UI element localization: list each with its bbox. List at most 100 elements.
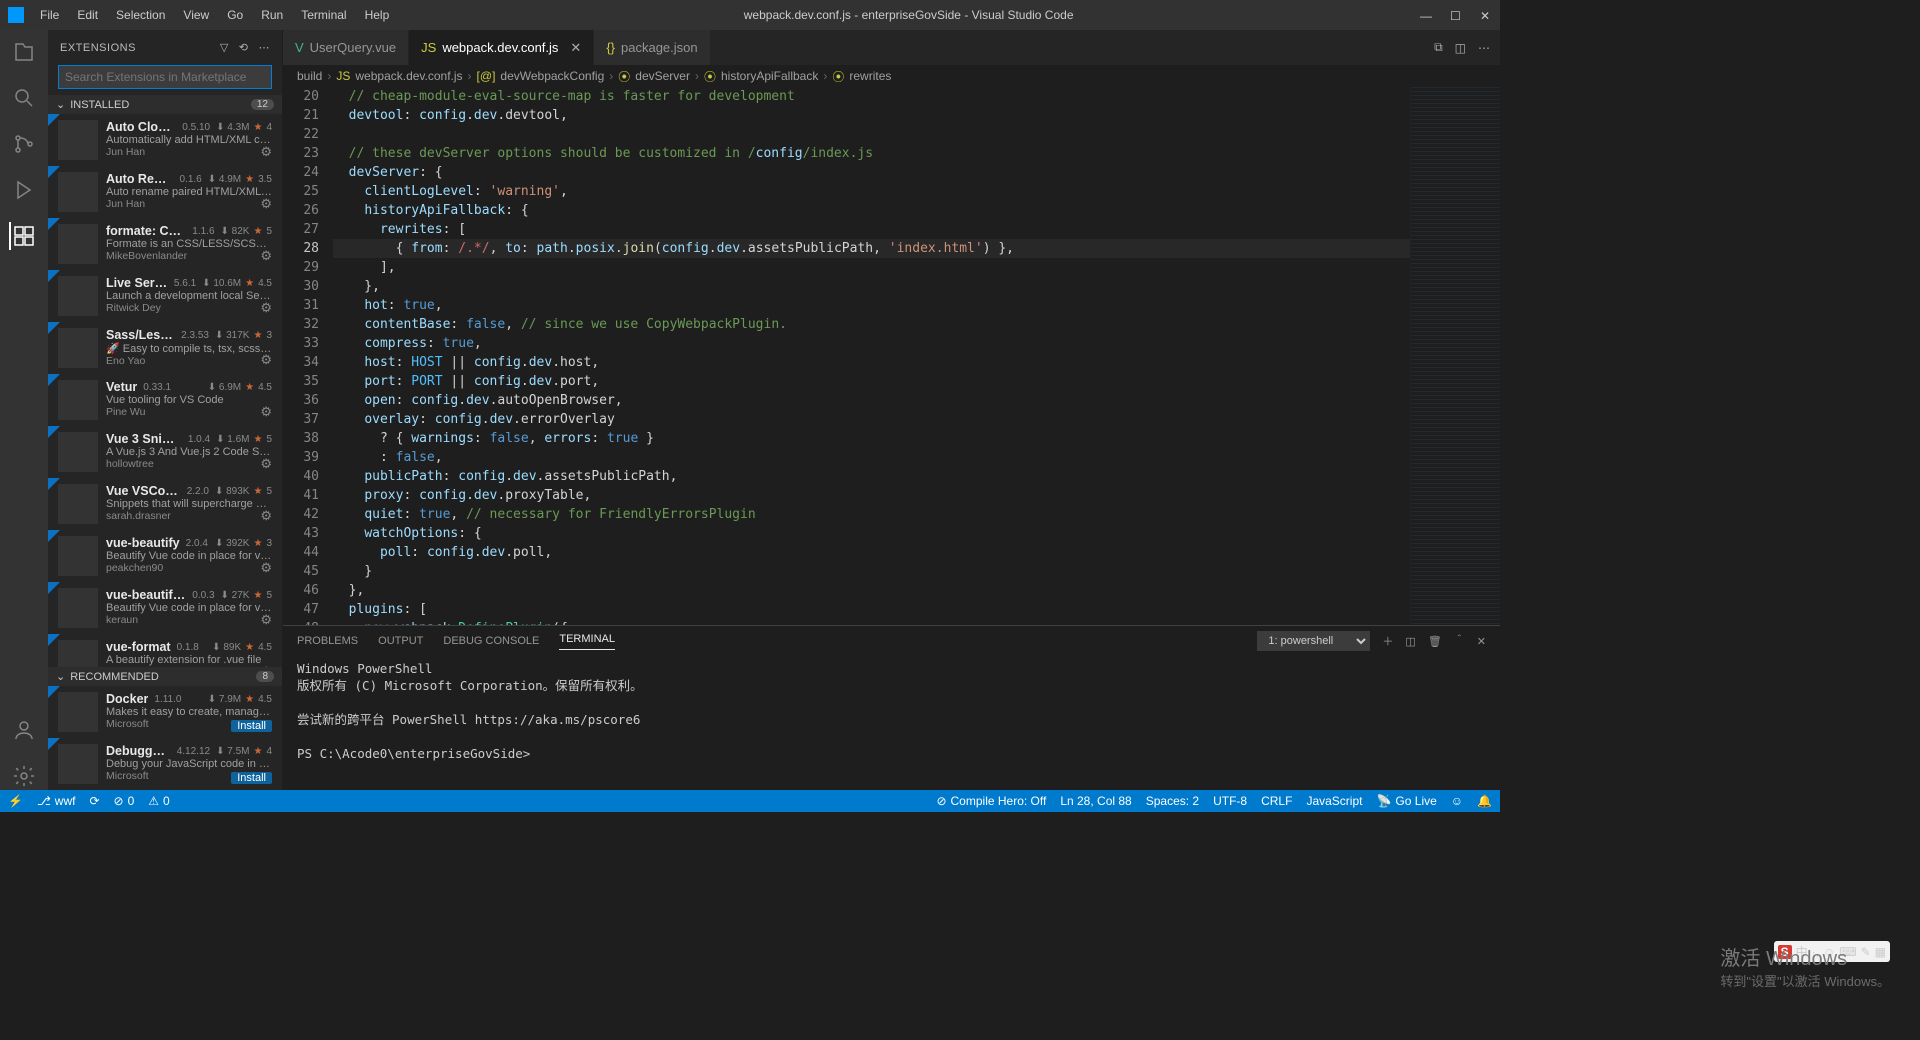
panel-close-icon[interactable]: ✕ — [1477, 635, 1486, 648]
sb-cursor[interactable]: Ln 28, Col 88 — [1060, 794, 1131, 808]
gear-icon[interactable]: ⚙ — [260, 144, 272, 160]
tab-label: UserQuery.vue — [310, 40, 396, 55]
sb-bell[interactable]: 🔔 — [1477, 794, 1492, 808]
clear-icon[interactable]: ⟲ — [239, 41, 249, 54]
code-area[interactable]: // cheap-module-eval-source-map is faste… — [333, 87, 1410, 625]
extension-version: 0.33.1 — [143, 382, 171, 393]
extension-item[interactable]: Docker 1.11.0 ⬇ 7.9M ★ 4.5 Makes it easy… — [48, 686, 282, 738]
panel-tab-debug-console[interactable]: DEBUG CONSOLE — [443, 635, 539, 647]
terminal-body[interactable]: Windows PowerShell 版权所有 (C) Microsoft Co… — [283, 656, 1500, 790]
close-icon[interactable]: ✕ — [1480, 9, 1492, 21]
extension-item[interactable]: formate: CSS/LE... 1.1.6 ⬇ 82K ★ 5 Forma… — [48, 218, 282, 270]
compare-icon[interactable]: ⧉ — [1434, 40, 1443, 55]
breadcrumb-item[interactable]: build — [297, 69, 322, 83]
extension-item[interactable]: vue-beautify 2.0.4 ⬇ 392K ★ 3 Beautify V… — [48, 530, 282, 582]
sb-golive[interactable]: 📡 Go Live — [1376, 794, 1436, 808]
sb-encoding[interactable]: UTF-8 — [1213, 794, 1247, 808]
panel-max-icon[interactable]: ＾ — [1454, 633, 1465, 649]
gear-icon[interactable]: ⚙ — [260, 560, 272, 576]
menu-selection[interactable]: Selection — [108, 4, 173, 26]
install-button[interactable]: Install — [231, 772, 272, 784]
filter-icon[interactable]: ▽ — [220, 41, 229, 54]
extension-item[interactable]: Vue VSCode Sni... 2.2.0 ⬇ 893K ★ 5 Snipp… — [48, 478, 282, 530]
statusbar: ⚡ ⎇ wwf ⟳ ⊘ 0 ⚠ 0 ⊘ Compile Hero: Off Ln… — [0, 790, 1500, 812]
tab-package.json[interactable]: {}package.json — [594, 30, 710, 65]
recommended-list: Docker 1.11.0 ⬇ 7.9M ★ 4.5 Makes it easy… — [48, 686, 282, 790]
menu-edit[interactable]: Edit — [69, 4, 106, 26]
more-editor-icon[interactable]: ⋯ — [1478, 41, 1490, 55]
extension-search-input[interactable] — [58, 65, 272, 89]
extension-item[interactable]: Auto Close Tag 0.5.10 ⬇ 4.3M ★ 4 Automat… — [48, 114, 282, 166]
new-terminal-icon[interactable]: ＋ — [1382, 633, 1393, 649]
sb-sync[interactable]: ⟳ — [89, 794, 99, 808]
menu-run[interactable]: Run — [253, 4, 291, 26]
menu-view[interactable]: View — [175, 4, 217, 26]
maximize-icon[interactable]: ☐ — [1450, 9, 1462, 21]
install-button[interactable]: Install — [231, 720, 272, 732]
gear-icon[interactable]: ⚙ — [260, 352, 272, 368]
sb-compile-hero[interactable]: ⊘ Compile Hero: Off — [936, 794, 1046, 808]
account-icon[interactable] — [10, 716, 38, 744]
menu-terminal[interactable]: Terminal — [293, 4, 354, 26]
minimize-icon[interactable]: — — [1420, 9, 1432, 21]
ime-toolbar[interactable]: S中·,☺⌨✎▦ — [1774, 941, 1890, 962]
minimap[interactable] — [1410, 87, 1500, 625]
extension-item[interactable]: vue-format 0.1.8 ⬇ 89K ★ 4.5 A beautify … — [48, 634, 282, 667]
tab-close-icon[interactable]: ✕ — [570, 40, 581, 56]
extensions-icon[interactable] — [9, 222, 37, 250]
panel-tab-terminal[interactable]: TERMINAL — [559, 633, 615, 650]
extension-name: Vue VSCode Sni... — [106, 484, 181, 498]
gear-icon[interactable]: ⚙ — [260, 248, 272, 264]
extension-stats: ⬇ 27K ★ 5 — [221, 590, 272, 601]
gear-icon[interactable]: ⚙ — [260, 196, 272, 212]
breadcrumb[interactable]: build›JSwebpack.dev.conf.js›[@]devWebpac… — [283, 65, 1500, 87]
tab-webpack.dev.conf.js[interactable]: JSwebpack.dev.conf.js✕ — [409, 30, 594, 65]
scm-icon[interactable] — [10, 130, 38, 158]
extension-stats: ⬇ 893K ★ 5 — [215, 486, 272, 497]
sb-spaces[interactable]: Spaces: 2 — [1146, 794, 1199, 808]
breadcrumb-item[interactable]: historyApiFallback — [721, 69, 818, 83]
sb-lang[interactable]: JavaScript — [1306, 794, 1362, 808]
kill-terminal-icon[interactable]: 🗑 — [1428, 635, 1442, 648]
sb-remote[interactable]: ⚡ — [8, 794, 23, 808]
extension-item[interactable]: Auto Rename ... 0.1.6 ⬇ 4.9M ★ 3.5 Auto … — [48, 166, 282, 218]
breadcrumb-item[interactable]: webpack.dev.conf.js — [355, 69, 462, 83]
sb-branch[interactable]: ⎇ wwf — [37, 794, 76, 808]
breadcrumb-item[interactable]: devWebpackConfig — [500, 69, 604, 83]
section-installed[interactable]: ⌄ INSTALLED 12 — [48, 95, 282, 114]
tab-UserQuery.vue[interactable]: VUserQuery.vue — [283, 30, 409, 65]
extension-item[interactable]: Debugger for C... 4.12.12 ⬇ 7.5M ★ 4 Deb… — [48, 738, 282, 790]
sb-feedback[interactable]: ☺ — [1451, 794, 1463, 808]
gear-icon[interactable]: ⚙ — [260, 664, 272, 667]
menu-go[interactable]: Go — [219, 4, 251, 26]
breadcrumb-item[interactable]: devServer — [635, 69, 690, 83]
breadcrumb-item[interactable]: rewrites — [849, 69, 891, 83]
explorer-icon[interactable] — [10, 38, 38, 66]
gear-icon[interactable]: ⚙ — [260, 612, 272, 628]
more-icon[interactable]: ⋯ — [259, 41, 271, 54]
gear-icon[interactable]: ⚙ — [260, 508, 272, 524]
settings-icon[interactable] — [10, 762, 38, 790]
extension-item[interactable]: Live Server 5.6.1 ⬇ 10.6M ★ 4.5 Launch a… — [48, 270, 282, 322]
search-icon[interactable] — [10, 84, 38, 112]
menu-help[interactable]: Help — [357, 4, 398, 26]
extension-item[interactable]: Sass/Less/Stylus... 2.3.53 ⬇ 317K ★ 3 🚀 … — [48, 322, 282, 374]
sb-warnings[interactable]: ⚠ 0 — [148, 794, 169, 808]
gear-icon[interactable]: ⚙ — [260, 456, 272, 472]
panel-tab-output[interactable]: OUTPUT — [378, 635, 423, 647]
extension-item[interactable]: Vetur 0.33.1 ⬇ 6.9M ★ 4.5 Vue tooling fo… — [48, 374, 282, 426]
section-recommended[interactable]: ⌄ RECOMMENDED 8 — [48, 667, 282, 686]
gear-icon[interactable]: ⚙ — [260, 404, 272, 420]
terminal-select[interactable]: 1: powershell — [1257, 631, 1370, 651]
split-icon[interactable]: ◫ — [1455, 41, 1466, 55]
menu-file[interactable]: File — [32, 4, 67, 26]
extension-item[interactable]: Vue 3 Snippets 1.0.4 ⬇ 1.6M ★ 5 A Vue.js… — [48, 426, 282, 478]
sb-eol[interactable]: CRLF — [1261, 794, 1292, 808]
sb-errors[interactable]: ⊘ 0 — [114, 794, 135, 808]
extension-item[interactable]: vue-beautify2 0.0.3 ⬇ 27K ★ 5 Beautify V… — [48, 582, 282, 634]
panel-tab-problems[interactable]: PROBLEMS — [297, 635, 358, 647]
run-icon[interactable] — [10, 176, 38, 204]
extension-author: sarah.drasner — [106, 510, 272, 522]
split-terminal-icon[interactable]: ◫ — [1405, 635, 1415, 648]
gear-icon[interactable]: ⚙ — [260, 300, 272, 316]
